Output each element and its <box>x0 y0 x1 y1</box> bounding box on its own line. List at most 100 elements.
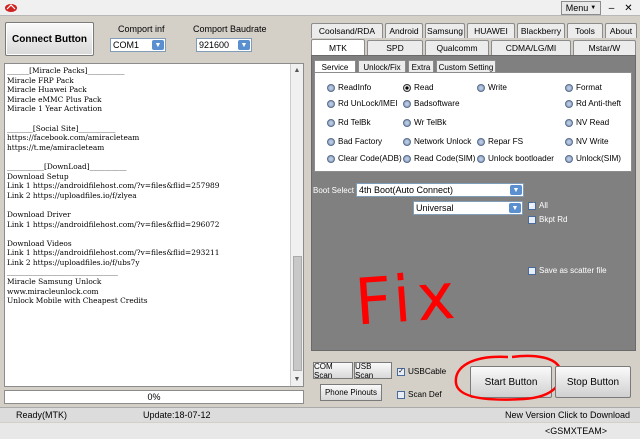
scroll-up-icon[interactable]: ▲ <box>291 64 303 76</box>
tab-tools[interactable]: Tools <box>567 23 603 38</box>
chevron-down-icon: ▼ <box>510 185 522 195</box>
checkbox-save-scatter[interactable]: Save as scatter file <box>528 266 607 275</box>
tab-huawei[interactable]: HUAWEI <box>467 23 515 38</box>
radio-label: Unlock(SIM) <box>576 154 622 163</box>
checkbox-all[interactable]: ✓ All <box>528 201 548 210</box>
checkbox-usb-cable[interactable]: ✓ USBCable <box>397 367 446 376</box>
radio-label: Unlock bootloader <box>488 154 554 163</box>
radio-clear-code-adb[interactable]: Clear Code(ADB) <box>327 154 402 163</box>
radio-icon <box>403 154 411 163</box>
tab-qualcomm[interactable]: Qualcomm <box>425 40 489 55</box>
boot-select-value: 4th Boot(Auto Connect) <box>359 185 454 195</box>
radio-write[interactable]: Write <box>477 83 507 92</box>
radio-selected-icon <box>403 83 411 92</box>
radio-label: Network Unlock <box>414 137 472 146</box>
checkbox-scan-def[interactable]: Scan Def <box>397 390 442 399</box>
radio-icon <box>565 118 573 127</box>
radio-icon <box>403 137 411 146</box>
stop-button[interactable]: Stop Button <box>555 366 631 398</box>
radio-nv-write[interactable]: NV Write <box>565 137 609 146</box>
radio-nv-read[interactable]: NV Read <box>565 118 609 127</box>
radio-label: Read <box>414 83 434 92</box>
platform-value: Universal <box>416 203 454 213</box>
tab-coolsand-rda[interactable]: Coolsand/RDA <box>311 23 383 38</box>
chevron-down-icon: ▼ <box>238 40 250 50</box>
radio-icon <box>477 137 485 146</box>
checkbox-icon <box>397 390 405 399</box>
status-ready: Ready(MTK) <box>16 409 68 420</box>
checkbox-label: Save as scatter file <box>539 266 607 275</box>
checkbox-checked-icon: ✓ <box>397 367 405 376</box>
radio-rd-telbk[interactable]: Rd TelBk <box>327 118 371 127</box>
tab-cdma-lg-mi[interactable]: CDMA/LG/MI <box>491 40 571 55</box>
tab-about[interactable]: About <box>605 23 637 38</box>
minimize-icon[interactable]: – <box>603 1 620 15</box>
menu-button[interactable]: Menu ▼ <box>561 1 601 15</box>
tab-mstar[interactable]: Mstar/W <box>573 40 636 55</box>
radio-icon <box>565 137 573 146</box>
menu-label: Menu <box>565 3 589 13</box>
new-version-link[interactable]: New Version Click to Download <box>505 408 630 421</box>
connect-button[interactable]: Connect Button <box>5 22 94 56</box>
radio-unlock-bootloader[interactable]: Unlock bootloader <box>477 154 554 163</box>
radio-icon <box>477 83 485 92</box>
tab-mtk[interactable]: MTK <box>311 39 365 55</box>
comport-select[interactable]: COM1 ▼ <box>110 38 166 52</box>
checkbox-checked-icon: ✓ <box>528 201 536 210</box>
usb-scan-button[interactable]: USB Scan <box>354 362 392 380</box>
baudrate-select[interactable]: 921600 ▼ <box>196 38 252 52</box>
scroll-down-icon[interactable]: ▼ <box>291 373 303 385</box>
phone-pinouts-button[interactable]: Phone Pinouts <box>320 384 382 401</box>
checkbox-label: Scan Def <box>408 390 442 399</box>
radio-icon <box>565 83 573 92</box>
checkbox-icon <box>528 215 536 224</box>
radio-label: NV Read <box>576 118 610 127</box>
checkbox-bkpt-rd[interactable]: Bkpt Rd <box>528 215 567 224</box>
radio-format[interactable]: Format <box>565 83 602 92</box>
footer-bar <box>0 423 640 439</box>
radio-label: Read Code(SIM) <box>414 154 476 163</box>
log-scrollbar[interactable]: ▲ ▼ <box>290 64 303 386</box>
radio-label: NV Write <box>576 137 609 146</box>
radio-read[interactable]: Read <box>403 83 434 92</box>
com-scan-button[interactable]: COM Scan <box>313 362 353 380</box>
tab-android[interactable]: Android <box>385 23 423 38</box>
radio-repair-fs[interactable]: Repar FS <box>477 137 523 146</box>
radio-icon <box>327 137 335 146</box>
scrollbar-thumb[interactable] <box>293 256 302 371</box>
tab-spd[interactable]: SPD <box>367 40 423 55</box>
tab-samsung[interactable]: Samsung <box>425 23 465 38</box>
platform-select[interactable]: Universal ▼ <box>413 201 523 215</box>
radio-network-unlock[interactable]: Network Unlock <box>403 137 471 146</box>
radio-label: Write <box>488 83 507 92</box>
radio-icon <box>327 118 335 127</box>
radio-icon <box>327 99 335 108</box>
radio-read-info[interactable]: ReadInfo <box>327 83 371 92</box>
radio-unlock-sim[interactable]: Unlock(SIM) <box>565 154 621 163</box>
log-output[interactable]: ______[Miracle Packs]__________ Miracle … <box>4 63 304 387</box>
checkbox-label: All <box>539 201 548 210</box>
radio-read-code-sim[interactable]: Read Code(SIM) <box>403 154 475 163</box>
fix-annotation: Fix <box>352 259 464 341</box>
radio-icon <box>327 154 335 163</box>
radio-label: ReadInfo <box>338 83 372 92</box>
baudrate-label: Comport Baudrate <box>193 24 267 34</box>
radio-wr-telbk[interactable]: Wr TelBk <box>403 118 446 127</box>
radio-label: Rd TelBk <box>338 118 371 127</box>
checkbox-icon <box>528 266 536 275</box>
radio-icon <box>477 154 485 163</box>
radio-icon <box>565 154 573 163</box>
boot-select-label: Boot Select <box>313 186 354 195</box>
radio-icon <box>403 118 411 127</box>
comport-value: COM1 <box>113 40 140 50</box>
close-icon[interactable]: ✕ <box>620 1 637 15</box>
radio-rd-anti-theft[interactable]: Rd Anti-theft <box>565 99 621 108</box>
radio-badsoftware[interactable]: Badsoftware <box>403 99 460 108</box>
boot-select[interactable]: 4th Boot(Auto Connect) ▼ <box>356 183 524 197</box>
tab-blackberry[interactable]: Blackberry <box>517 23 565 38</box>
radio-label: Bad Factory <box>338 137 383 146</box>
radio-label: Format <box>576 83 602 92</box>
radio-rd-unlock-imei[interactable]: Rd UnLock/IMEI <box>327 99 398 108</box>
radio-bad-factory[interactable]: Bad Factory <box>327 137 382 146</box>
log-text: ______[Miracle Packs]__________ Miracle … <box>7 66 220 306</box>
